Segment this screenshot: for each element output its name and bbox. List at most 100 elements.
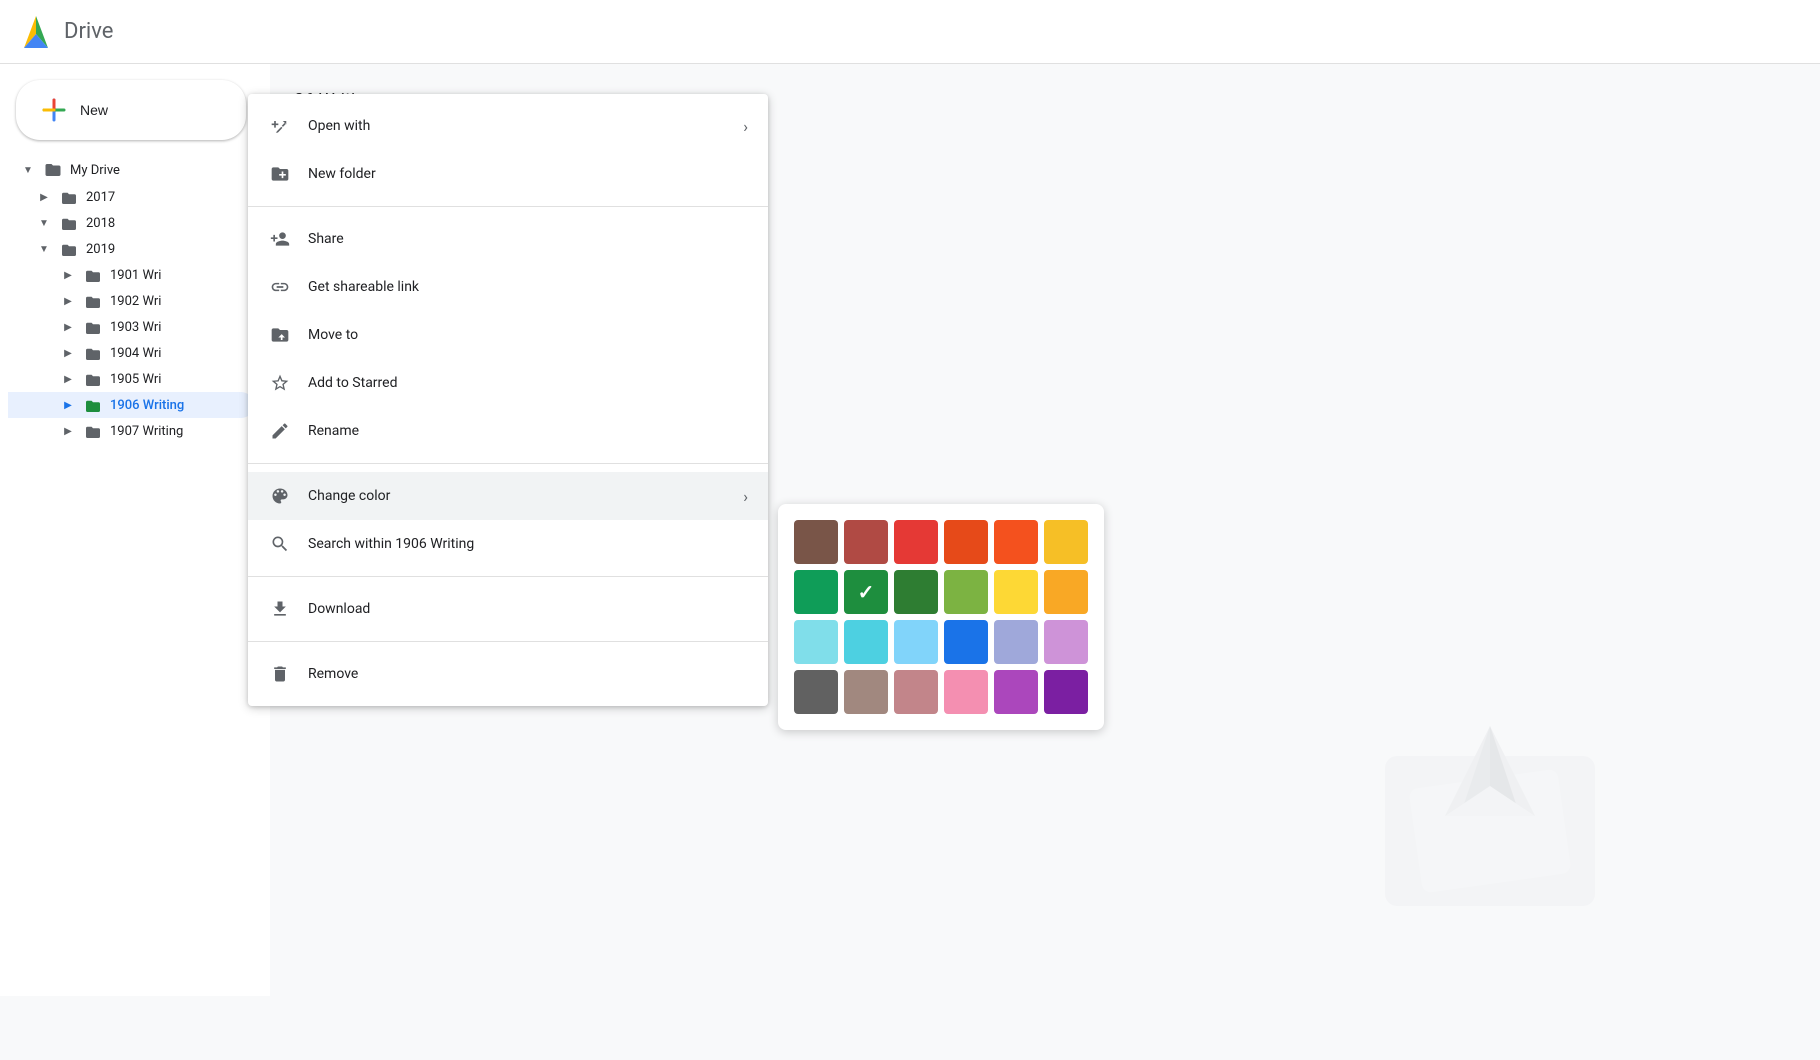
menu-item-download[interactable]: Download	[248, 585, 768, 633]
color-swatch-wisteria[interactable]	[1044, 620, 1088, 664]
color-swatch-avocado[interactable]	[1044, 570, 1088, 614]
menu-item-open-with[interactable]: Open with ›	[248, 102, 768, 150]
menu-item-move-to[interactable]: Move to	[248, 311, 768, 359]
folder-item-1901wri[interactable]: 1901 Wri	[8, 262, 254, 288]
download-icon	[268, 597, 292, 621]
folder-icon-2017	[60, 190, 78, 204]
color-swatch-lavender[interactable]	[994, 620, 1038, 664]
color-swatch-ocean[interactable]	[944, 620, 988, 664]
menu-divider-3	[248, 576, 768, 577]
color-grid	[794, 520, 1088, 714]
folder-label-1905: 1905 Wri	[110, 372, 161, 387]
color-swatch-forest[interactable]	[894, 570, 938, 614]
folder-chevron-1904	[60, 345, 76, 361]
color-swatch-denim[interactable]	[894, 620, 938, 664]
mydrive-label: My Drive	[70, 163, 120, 178]
folder-label-1904: 1904 Wri	[110, 346, 161, 361]
link-icon	[268, 275, 292, 299]
color-swatch-tangerine[interactable]	[944, 520, 988, 564]
context-menu: Open with › New folder Share Get shareab…	[248, 94, 768, 706]
color-swatch-flamingo[interactable]	[844, 520, 888, 564]
color-swatch-sage[interactable]	[794, 570, 838, 614]
app-header: Drive	[0, 0, 1820, 64]
color-swatch-pumpkin[interactable]	[994, 520, 1038, 564]
color-swatch-blush[interactable]	[894, 670, 938, 714]
menu-divider-2	[248, 463, 768, 464]
color-swatch-peacock[interactable]	[844, 620, 888, 664]
folder-item-1904wri[interactable]: 1904 Wri	[8, 340, 254, 366]
folder-icon-2018	[60, 216, 78, 230]
open-with-label: Open with	[308, 118, 727, 134]
folder-icon-1903	[84, 320, 102, 334]
color-swatch-grape[interactable]	[994, 670, 1038, 714]
folder-label-1903: 1903 Wri	[110, 320, 161, 335]
move-icon	[268, 323, 292, 347]
color-swatch-graphite[interactable]	[794, 670, 838, 714]
mydrive-icon	[44, 161, 62, 179]
folder-item-1906writing[interactable]: 1906 Writing	[8, 392, 254, 418]
color-swatch-birch[interactable]	[844, 670, 888, 714]
color-swatch-cocoa[interactable]	[794, 520, 838, 564]
folder-chevron-1902	[60, 293, 76, 309]
add-starred-label: Add to Starred	[308, 375, 748, 391]
change-color-label: Change color	[308, 488, 727, 504]
folder-icon-1905	[84, 372, 102, 386]
color-swatch-citron[interactable]	[994, 570, 1038, 614]
star-icon	[268, 371, 292, 395]
search-icon	[268, 532, 292, 556]
menu-item-get-link[interactable]: Get shareable link	[248, 263, 768, 311]
rename-icon	[268, 419, 292, 443]
search-within-label: Search within 1906 Writing	[308, 536, 748, 552]
change-color-arrow-icon: ›	[743, 487, 748, 506]
folder-item-1903wri[interactable]: 1903 Wri	[8, 314, 254, 340]
folder-chevron-1906	[60, 397, 76, 413]
menu-item-share[interactable]: Share	[248, 215, 768, 263]
folder-icon-2019	[60, 242, 78, 256]
color-swatch-amethyst[interactable]	[1044, 670, 1088, 714]
menu-divider-4	[248, 641, 768, 642]
new-button[interactable]: New	[16, 80, 246, 140]
color-icon	[268, 484, 292, 508]
folder-chevron-1905	[60, 371, 76, 387]
folder-item-2017[interactable]: 2017	[8, 184, 254, 210]
menu-item-remove[interactable]: Remove	[248, 650, 768, 698]
folder-item-2018[interactable]: 2018	[8, 210, 254, 236]
new-button-label: New	[80, 102, 108, 118]
sidebar: New My Drive 2017 2018	[0, 64, 270, 996]
sidebar-item-mydrive[interactable]: My Drive	[8, 156, 254, 184]
folder-icon-1907	[84, 424, 102, 438]
menu-item-rename[interactable]: Rename	[248, 407, 768, 455]
color-picker-popup	[778, 504, 1104, 730]
folder-label-1907: 1907 Writing	[110, 424, 183, 439]
menu-item-new-folder[interactable]: New folder	[248, 150, 768, 198]
new-plus-icon	[40, 96, 68, 124]
color-swatch-eucalyptus[interactable]	[944, 570, 988, 614]
color-swatch-banana[interactable]	[1044, 520, 1088, 564]
folder-label-2019: 2019	[86, 242, 115, 257]
menu-item-search-within[interactable]: Search within 1906 Writing	[248, 520, 768, 568]
folder-label-2017: 2017	[86, 190, 115, 205]
open-with-arrow-icon: ›	[743, 117, 748, 136]
new-folder-icon	[268, 162, 292, 186]
folder-chevron-2018	[36, 215, 52, 231]
folder-item-1902wri[interactable]: 1902 Wri	[8, 288, 254, 314]
google-drive-logo	[16, 12, 56, 52]
folder-label-1902: 1902 Wri	[110, 294, 161, 309]
get-link-label: Get shareable link	[308, 279, 748, 295]
folder-item-1905wri[interactable]: 1905 Wri	[8, 366, 254, 392]
color-swatch-flamingo2[interactable]	[944, 670, 988, 714]
download-label: Download	[308, 601, 748, 617]
folder-label-2018: 2018	[86, 216, 115, 231]
remove-label: Remove	[308, 666, 748, 682]
color-swatch-basil[interactable]	[844, 570, 888, 614]
folder-item-2019[interactable]: 2019	[8, 236, 254, 262]
menu-divider-1	[248, 206, 768, 207]
menu-item-add-starred[interactable]: Add to Starred	[248, 359, 768, 407]
folder-item-1907writing[interactable]: 1907 Writing	[8, 418, 254, 444]
color-swatch-cyan[interactable]	[794, 620, 838, 664]
folder-chevron-1907	[60, 423, 76, 439]
folder-chevron-2019	[36, 241, 52, 257]
color-swatch-tomato[interactable]	[894, 520, 938, 564]
menu-item-change-color[interactable]: Change color ›	[248, 472, 768, 520]
folder-icon-1901	[84, 268, 102, 282]
